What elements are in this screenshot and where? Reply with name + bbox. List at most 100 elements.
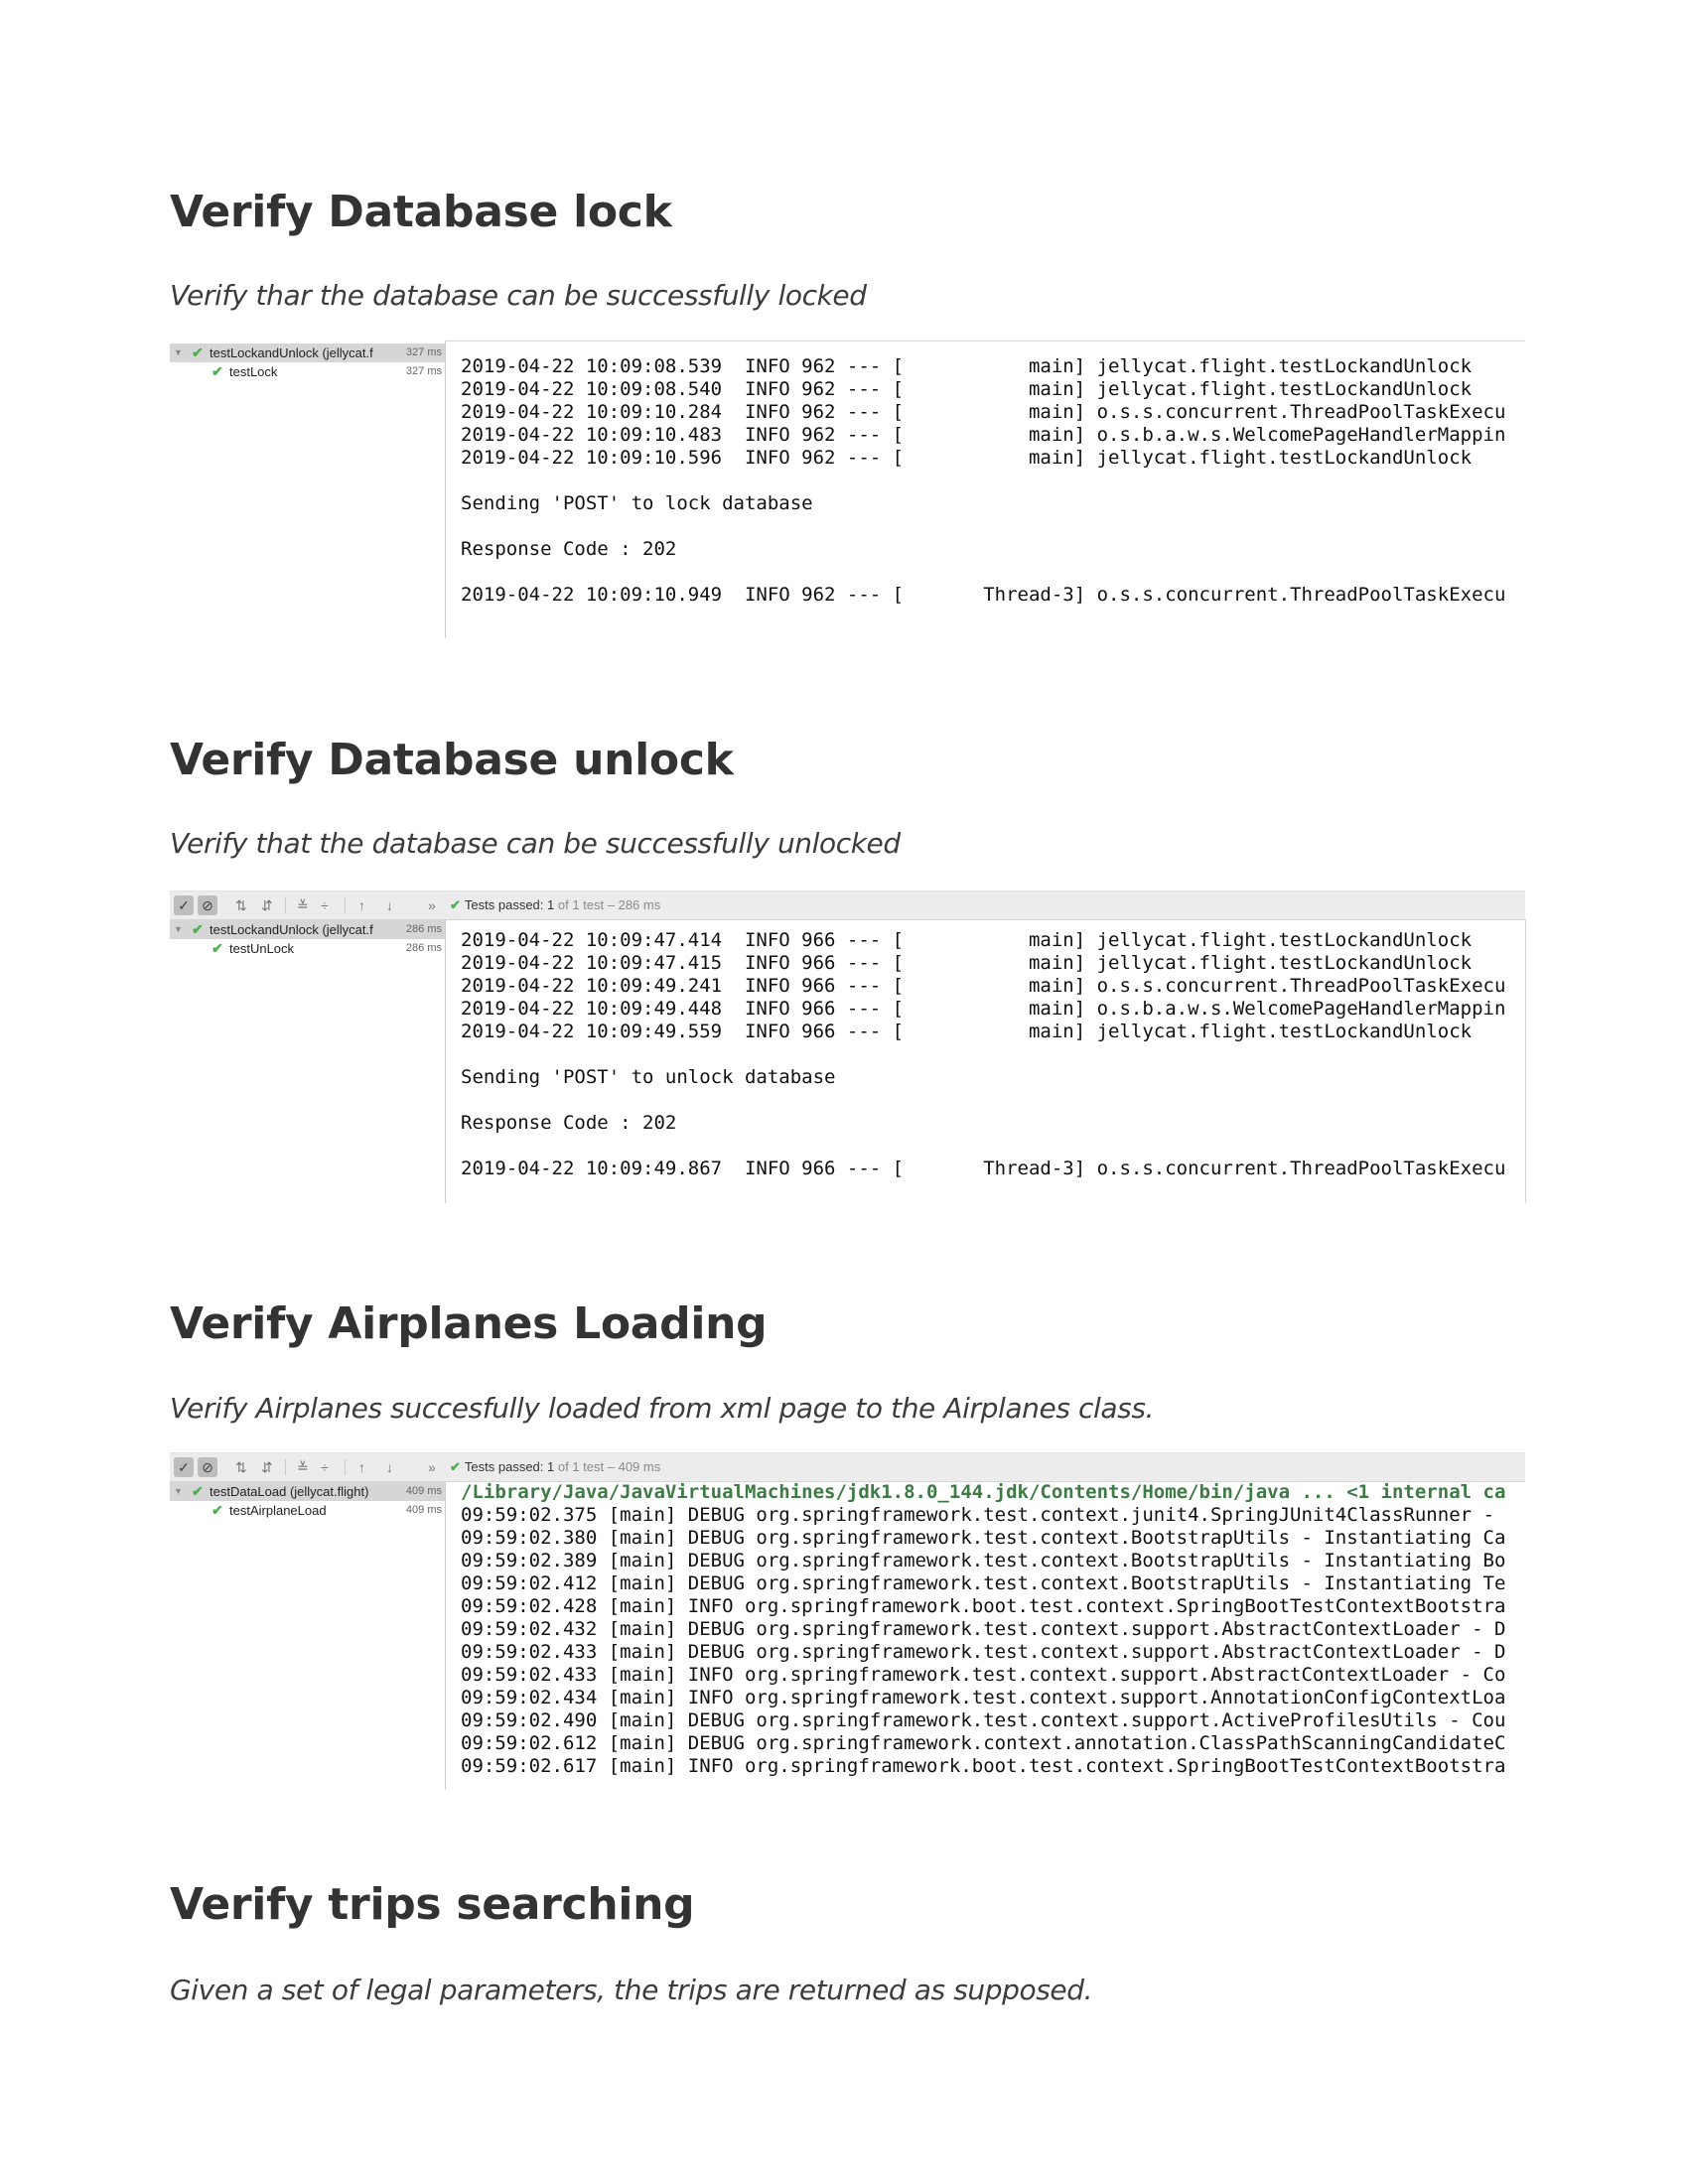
status-count: 1: [547, 1459, 555, 1474]
check-toggle-icon[interactable]: ✓: [174, 1457, 194, 1477]
console-output[interactable]: /Library/Java/JavaVirtualMachines/jdk1.8…: [446, 1481, 1525, 1790]
section-heading: Verify Airplanes Loading: [170, 1298, 768, 1349]
test-tree: ▼ ✔ testLockandUnlock (jellycat.f 286 ms…: [170, 920, 445, 960]
section-heading: Verify trips searching: [170, 1879, 695, 1930]
expand-all-icon[interactable]: ≚: [297, 895, 309, 915]
section-description: Given a set of legal parameters, the tri…: [170, 1974, 1093, 2006]
expand-arrow-icon[interactable]: ▼: [174, 1482, 183, 1501]
expand-all-icon[interactable]: ≚: [297, 1457, 309, 1477]
stop-icon[interactable]: ⊘: [198, 895, 217, 915]
section-description: Verify that the database can be successf…: [170, 827, 901, 860]
console-line: 09:59:02.617 [main] INFO org.springframe…: [461, 1755, 1506, 1777]
console-output[interactable]: 2019-04-22 10:09:47.414 INFO 966 --- [ m…: [446, 919, 1526, 1203]
sort-duration-icon[interactable]: ⇵: [261, 895, 273, 915]
status-rest: of 1 test – 286 ms: [557, 897, 661, 912]
test-runner-panel: ✓ ⊘ ⇅ ⇵ ≚ ÷ ↑ ↓ » ✔ Tests passed: 1 of 1 …: [170, 1452, 1525, 1790]
test-case-row[interactable]: ✔ testLock 327 ms: [170, 362, 445, 381]
console-line: 09:59:02.433 [main] DEBUG org.springfram…: [461, 1641, 1506, 1663]
test-suite-row[interactable]: ▼ ✔ testLockandUnlock (jellycat.f 286 ms: [170, 920, 445, 939]
test-duration: 286 ms: [405, 942, 442, 954]
console-line: 2019-04-22 10:09:49.448 INFO 966 --- [ m…: [461, 998, 1506, 1020]
pass-check-icon: ✔: [211, 1502, 223, 1518]
expand-arrow-icon[interactable]: ▼: [174, 920, 183, 939]
toolbar-separator: [345, 1459, 346, 1475]
test-runner-toolbar: ✓ ⊘ ⇅ ⇵ ≚ ÷ ↑ ↓ » ✔ Tests passed: 1 of 1 …: [170, 890, 1525, 920]
console-line: Sending 'POST' to lock database: [461, 492, 813, 514]
console-line: 2019-04-22 10:09:08.539 INFO 962 --- [ m…: [461, 355, 1473, 377]
console-line: 2019-04-22 10:09:10.483 INFO 962 --- [ m…: [461, 424, 1506, 446]
toolbar-separator: [285, 1459, 286, 1475]
test-runner-panel: ▼ ✔ testLockandUnlock (jellycat.f 327 ms…: [170, 341, 1525, 638]
pass-check-icon: ✔: [192, 1483, 204, 1499]
console-line: 09:59:02.380 [main] DEBUG org.springfram…: [461, 1527, 1506, 1549]
console-line: 2019-04-22 10:09:08.540 INFO 962 --- [ m…: [461, 378, 1473, 400]
console-line: 2019-04-22 10:09:10.949 INFO 962 --- [ T…: [461, 584, 1506, 606]
more-icon[interactable]: »: [428, 895, 436, 915]
status-count: 1: [547, 897, 555, 912]
console-command-line[interactable]: /Library/Java/JavaVirtualMachines/jdk1.8…: [461, 1481, 1505, 1504]
status-label: Tests passed:: [464, 1459, 544, 1474]
test-suite-name: testLockandUnlock (jellycat.f: [210, 922, 373, 937]
up-arrow-icon[interactable]: ↑: [358, 895, 365, 915]
pass-check-icon: ✔: [450, 897, 461, 912]
console-line: Response Code : 202: [461, 1112, 677, 1134]
test-duration: 327 ms: [405, 365, 442, 377]
console-line: Sending 'POST' to unlock database: [461, 1066, 836, 1088]
stop-icon[interactable]: ⊘: [198, 1457, 217, 1477]
expand-arrow-icon[interactable]: ▼: [174, 343, 183, 362]
console-line: 09:59:02.428 [main] INFO org.springframe…: [461, 1595, 1506, 1617]
test-duration: 327 ms: [405, 346, 442, 358]
sort-alpha-icon[interactable]: ⇅: [235, 1457, 247, 1477]
console-line: 09:59:02.412 [main] DEBUG org.springfram…: [461, 1572, 1506, 1594]
pass-check-icon: ✔: [192, 921, 204, 937]
test-tree: ▼ ✔ testDataLoad (jellycat.flight) 409 m…: [170, 1482, 445, 1522]
test-duration: 409 ms: [405, 1504, 442, 1516]
down-arrow-icon[interactable]: ↓: [386, 1457, 393, 1477]
up-arrow-icon[interactable]: ↑: [358, 1457, 365, 1477]
test-suite-name: testLockandUnlock (jellycat.f: [210, 345, 373, 360]
test-suite-row[interactable]: ▼ ✔ testLockandUnlock (jellycat.f 327 ms: [170, 343, 445, 362]
test-case-name: testLock: [229, 364, 278, 379]
console-line: 09:59:02.612 [main] DEBUG org.springfram…: [461, 1732, 1506, 1754]
status-rest: of 1 test – 409 ms: [557, 1459, 661, 1474]
toolbar-separator: [285, 897, 286, 913]
console-line: 09:59:02.432 [main] DEBUG org.springfram…: [461, 1618, 1506, 1640]
console-line: 2019-04-22 10:09:10.596 INFO 962 --- [ m…: [461, 447, 1473, 469]
console-line: 2019-04-22 10:09:47.415 INFO 966 --- [ m…: [461, 952, 1473, 974]
console-line: 2019-04-22 10:09:49.241 INFO 966 --- [ m…: [461, 975, 1506, 997]
test-suite-name: testDataLoad (jellycat.flight): [210, 1484, 369, 1499]
test-case-row[interactable]: ✔ testUnLock 286 ms: [170, 939, 445, 958]
pass-check-icon: ✔: [450, 1459, 461, 1474]
test-status: ✔ Tests passed: 1 of 1 test – 286 ms: [450, 891, 660, 919]
section-heading: Verify Database lock: [170, 187, 672, 237]
pass-check-icon: ✔: [211, 363, 223, 379]
pass-check-icon: ✔: [211, 940, 223, 956]
test-case-name: testUnLock: [229, 941, 295, 956]
test-tree: ▼ ✔ testLockandUnlock (jellycat.f 327 ms…: [170, 343, 445, 383]
console-line: Response Code : 202: [461, 538, 677, 560]
collapse-all-icon[interactable]: ÷: [321, 895, 329, 915]
section-description: Verify Airplanes succesfully loaded from…: [170, 1392, 1155, 1425]
test-case-row[interactable]: ✔ testAirplaneLoad 409 ms: [170, 1501, 445, 1520]
console-line: 09:59:02.490 [main] DEBUG org.springfram…: [461, 1709, 1506, 1731]
test-case-name: testAirplaneLoad: [229, 1503, 327, 1518]
down-arrow-icon[interactable]: ↓: [386, 895, 393, 915]
console-output[interactable]: 2019-04-22 10:09:08.539 INFO 962 --- [ m…: [446, 341, 1525, 637]
more-icon[interactable]: »: [428, 1457, 436, 1477]
test-status: ✔ Tests passed: 1 of 1 test – 409 ms: [450, 1453, 660, 1481]
test-suite-row[interactable]: ▼ ✔ testDataLoad (jellycat.flight) 409 m…: [170, 1482, 445, 1501]
console-line: 09:59:02.389 [main] DEBUG org.springfram…: [461, 1550, 1506, 1571]
check-toggle-icon[interactable]: ✓: [174, 895, 194, 915]
collapse-all-icon[interactable]: ÷: [321, 1457, 329, 1477]
test-duration: 409 ms: [405, 1485, 442, 1497]
pass-check-icon: ✔: [192, 344, 204, 360]
console-line: 2019-04-22 10:09:49.559 INFO 966 --- [ m…: [461, 1021, 1473, 1042]
console-line: 09:59:02.433 [main] INFO org.springframe…: [461, 1664, 1506, 1686]
status-label: Tests passed:: [464, 897, 544, 912]
sort-alpha-icon[interactable]: ⇅: [235, 895, 247, 915]
console-line: 2019-04-22 10:09:10.284 INFO 962 --- [ m…: [461, 401, 1506, 423]
test-duration: 286 ms: [405, 923, 442, 935]
sort-duration-icon[interactable]: ⇵: [261, 1457, 273, 1477]
toolbar-separator: [345, 897, 346, 913]
section-heading: Verify Database unlock: [170, 735, 734, 785]
